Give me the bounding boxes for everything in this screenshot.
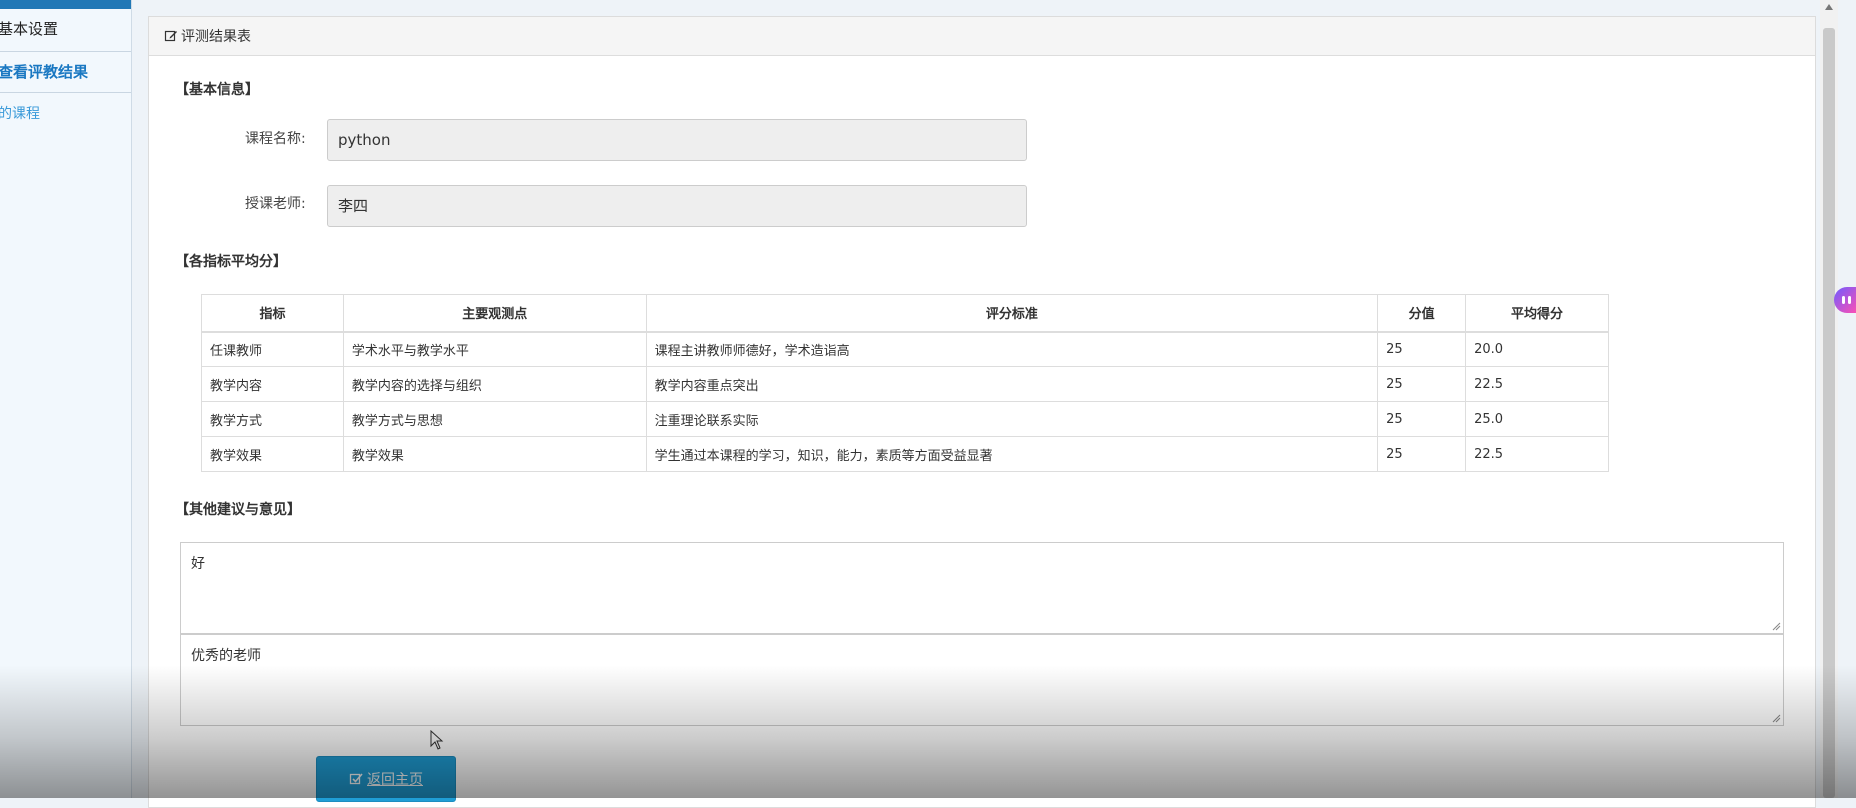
table-row: 教学内容 教学内容的选择与组织 教学内容重点突出 25 22.5 bbox=[201, 366, 1609, 402]
check-square-icon bbox=[349, 772, 363, 786]
section-title-scores: 【各指标平均分】 bbox=[175, 254, 287, 270]
cell-indicator: 任课教师 bbox=[201, 331, 344, 367]
mouse-cursor-icon bbox=[430, 730, 444, 750]
comment-textarea-1[interactable]: 好 bbox=[180, 542, 1784, 634]
return-home-button[interactable]: 返回主页 bbox=[316, 756, 456, 802]
teacher-field[interactable]: 李四 bbox=[327, 185, 1027, 227]
cell-average: 22.5 bbox=[1465, 366, 1609, 402]
column-header-average: 平均得分 bbox=[1465, 294, 1609, 333]
sidebar-divider bbox=[0, 92, 131, 93]
cell-points: 25 bbox=[1377, 366, 1467, 402]
course-name-field[interactable]: python bbox=[327, 119, 1027, 161]
section-title-basic-info: 【基本信息】 bbox=[175, 82, 259, 98]
table-row: 任课教师 学术水平与教学水平 课程主讲教师师德好，学术造诣高 25 20.0 bbox=[201, 331, 1609, 367]
comment-text: 优秀的老师 bbox=[191, 648, 261, 664]
cell-points: 25 bbox=[1377, 331, 1467, 367]
section-title-comments: 【其他建议与意见】 bbox=[175, 502, 301, 518]
cell-indicator: 教学效果 bbox=[201, 436, 344, 472]
cell-criteria: 教学内容重点突出 bbox=[645, 366, 1379, 402]
cell-indicator: 教学方式 bbox=[201, 401, 344, 437]
cell-indicator: 教学内容 bbox=[201, 366, 344, 402]
column-header-observation: 主要观测点 bbox=[342, 294, 647, 333]
cell-points: 25 bbox=[1377, 436, 1467, 472]
scores-table: 指标 主要观测点 评分标准 分值 平均得分 任课教师 学术水平与教学水平 课程主… bbox=[201, 294, 1609, 472]
comment-text: 好 bbox=[191, 556, 205, 572]
result-panel: 评测结果表 【基本信息】 课程名称: python 授课老师: 李四 【各指标平… bbox=[148, 16, 1816, 808]
cell-criteria: 课程主讲教师师德好，学术造诣高 bbox=[645, 331, 1379, 367]
cell-observation: 教学方式与思想 bbox=[342, 401, 647, 437]
cell-average: 22.5 bbox=[1465, 436, 1609, 472]
cell-average: 25.0 bbox=[1465, 401, 1609, 437]
cell-points: 25 bbox=[1377, 401, 1467, 437]
cell-criteria: 注重理论联系实际 bbox=[645, 401, 1379, 437]
vertical-scrollbar[interactable] bbox=[1820, 0, 1838, 798]
sidebar-divider bbox=[0, 51, 131, 52]
sidebar-item-view-results[interactable]: 查看评教结果 bbox=[0, 61, 88, 82]
edit-icon bbox=[164, 29, 178, 43]
scroll-thumb[interactable] bbox=[1823, 28, 1835, 798]
resize-grip-icon[interactable] bbox=[1771, 713, 1781, 723]
cell-criteria: 学生通过本课程的学习，知识，能力，素质等方面受益显著 bbox=[645, 436, 1379, 472]
cell-average: 20.0 bbox=[1465, 331, 1609, 367]
teacher-label: 授课老师: bbox=[245, 196, 306, 212]
sidebar-header-basic-settings[interactable]: 基本设置 bbox=[0, 18, 58, 39]
sidebar-top-bar bbox=[0, 0, 131, 9]
resize-grip-icon[interactable] bbox=[1771, 621, 1781, 631]
column-header-points: 分值 bbox=[1377, 294, 1467, 333]
table-header-row: 指标 主要观测点 评分标准 分值 平均得分 bbox=[201, 294, 1609, 333]
cell-observation: 教学效果 bbox=[342, 436, 647, 472]
table-row: 教学效果 教学效果 学生通过本课程的学习，知识，能力，素质等方面受益显著 25 … bbox=[201, 436, 1609, 472]
sidebar: 基本设置 查看评教结果 的课程 bbox=[0, 0, 132, 798]
return-home-label: 返回主页 bbox=[367, 772, 423, 788]
cell-observation: 教学内容的选择与组织 bbox=[342, 366, 647, 402]
table-row: 教学方式 教学方式与思想 注重理论联系实际 25 25.0 bbox=[201, 401, 1609, 437]
panel-heading: 评测结果表 bbox=[149, 17, 1815, 56]
cell-observation: 学术水平与教学水平 bbox=[342, 331, 647, 367]
comment-textarea-2[interactable]: 优秀的老师 bbox=[180, 634, 1784, 726]
course-name-label: 课程名称: bbox=[245, 131, 306, 147]
sidebar-item-courses[interactable]: 的课程 bbox=[0, 103, 40, 123]
scroll-up-icon[interactable] bbox=[1825, 4, 1833, 10]
column-header-criteria: 评分标准 bbox=[645, 294, 1379, 333]
floating-assistant-icon[interactable] bbox=[1834, 287, 1856, 313]
column-header-indicator: 指标 bbox=[201, 294, 344, 333]
panel-title: 评测结果表 bbox=[181, 29, 251, 45]
